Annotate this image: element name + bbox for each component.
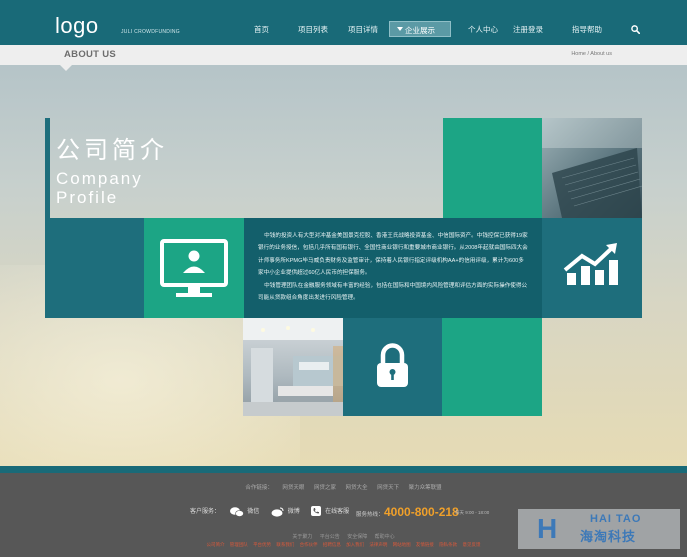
customer-service: 客户服务： 微信 微博 在线客服: [190, 506, 349, 517]
hotline-number: 4000-800-218: [384, 505, 459, 519]
section-pointer: [60, 65, 72, 71]
service-hours: 每天 9:00 - 18:00: [455, 510, 490, 515]
nav-personal-center[interactable]: 个人中心: [468, 24, 498, 35]
top-nav-bar: logo JULI CROWDFUNDING 首页 项目列表 项目详情 企业展示…: [0, 0, 687, 45]
footer-sub-link[interactable]: 合作伙伴: [300, 542, 318, 547]
section-title: ABOUT US: [64, 49, 117, 60]
search-icon[interactable]: [631, 25, 640, 34]
teal-tile-left: [45, 218, 144, 318]
company-intro-text: 中钱的投资人有大型对冲基金美国景克控股、香港王氏战略投资基金、中信国际资产。中钱…: [258, 230, 528, 304]
monitor-user-icon: [160, 239, 228, 297]
partner-link[interactable]: 聚力众筹联盟: [409, 485, 442, 491]
partner-links: 合作链接： 网贷天眼 网贷之家 网贷大全 网贷天下 聚力众筹联盟: [0, 483, 687, 491]
title-accent-bar: [45, 118, 50, 218]
caret-down-icon: [397, 27, 403, 31]
intro-paragraph-1: 中钱的投资人有大型对冲基金美国景克控股、香港王氏战略投资基金、中信国际资产。中钱…: [258, 233, 528, 277]
footer-sub-link[interactable]: 法律声明: [369, 542, 387, 547]
weibo-icon[interactable]: [271, 507, 284, 517]
laptop-image: [542, 118, 642, 218]
green-tile: [443, 118, 542, 218]
breadcrumb: Home / About us: [571, 51, 612, 57]
heading-english: Company Profile: [56, 169, 143, 207]
watermark-text-en: HAI TAO: [590, 513, 642, 525]
partner-link[interactable]: 网贷天下: [377, 485, 399, 491]
service-label: 客户服务：: [190, 509, 221, 515]
intro-paragraph-2: 中钱管理团队在金融服务领域有丰富的经验，包括在国际和中国境内风险管理和评估方面的…: [258, 282, 528, 302]
footer-link[interactable]: 平台公告: [320, 534, 340, 540]
footer-link[interactable]: 帮助中心: [375, 534, 395, 540]
breadcrumb-home[interactable]: Home: [571, 51, 586, 57]
footer-sub-link[interactable]: 联系我们: [276, 542, 294, 547]
lock-tile: [343, 318, 442, 416]
footer-accent-strip: [0, 466, 687, 473]
partner-links-label: 合作链接：: [245, 485, 273, 491]
footer-link[interactable]: 关于聚力: [292, 534, 312, 540]
breadcrumb-current: About us: [590, 51, 612, 57]
weibo-label[interactable]: 微博: [288, 509, 300, 515]
wechat-label[interactable]: 微信: [247, 509, 259, 515]
partner-link[interactable]: 网贷大全: [346, 485, 368, 491]
footer-sub-link[interactable]: 招聘信息: [323, 542, 341, 547]
nav-home[interactable]: 首页: [254, 24, 269, 35]
nav-project-detail[interactable]: 项目详情: [348, 24, 378, 35]
footer-sub-link[interactable]: 意见反馈: [462, 542, 480, 547]
office-image: [243, 318, 343, 416]
padlock-icon: [377, 343, 408, 387]
site-logo[interactable]: logo: [55, 13, 99, 39]
watermark-text-cn: 海淘科技: [580, 529, 637, 544]
footer-sub-link[interactable]: 友情链接: [416, 542, 434, 547]
footer-link[interactable]: 安全保障: [347, 534, 367, 540]
phone-icon[interactable]: [311, 506, 322, 517]
nav-company-showcase-label: 企业展示: [405, 26, 435, 35]
nav-register-login[interactable]: 注册登录: [513, 24, 543, 35]
footer-sub-link[interactable]: 加入我们: [346, 542, 364, 547]
growth-chart-icon: [563, 243, 618, 285]
partner-link[interactable]: 网贷之家: [314, 485, 336, 491]
green-tile-bottom: [442, 318, 542, 416]
watermark-logo-mark: H: [537, 513, 558, 544]
office-photo: [243, 318, 343, 416]
hotline-label: 服务热线：: [356, 512, 384, 518]
heading-chinese: 公司简介: [56, 136, 168, 164]
nav-project-list[interactable]: 项目列表: [298, 24, 328, 35]
footer-sub-link[interactable]: 隐私条款: [439, 542, 457, 547]
footer-sub-link[interactable]: 公司简介: [207, 542, 225, 547]
growth-tile: [542, 218, 642, 318]
monitor-tile: [144, 218, 244, 318]
heading-english-line2: Profile: [56, 188, 119, 207]
online-service-label[interactable]: 在线客服: [325, 509, 349, 515]
section-header: ABOUT US Home / About us: [0, 45, 687, 65]
footer-sub-link[interactable]: 平台优势: [253, 542, 271, 547]
partner-link[interactable]: 网贷天眼: [282, 485, 304, 491]
wechat-icon[interactable]: [229, 507, 244, 517]
heading-english-line1: Company: [56, 169, 143, 188]
footer-sub-link[interactable]: 网站地图: [393, 542, 411, 547]
laptop-photo: [542, 118, 642, 218]
logo-subtitle: JULI CROWDFUNDING: [121, 29, 180, 35]
nav-help[interactable]: 指导帮助: [572, 24, 602, 35]
footer-sub-link[interactable]: 管理团队: [230, 542, 248, 547]
nav-company-showcase[interactable]: 企业展示: [389, 21, 451, 37]
